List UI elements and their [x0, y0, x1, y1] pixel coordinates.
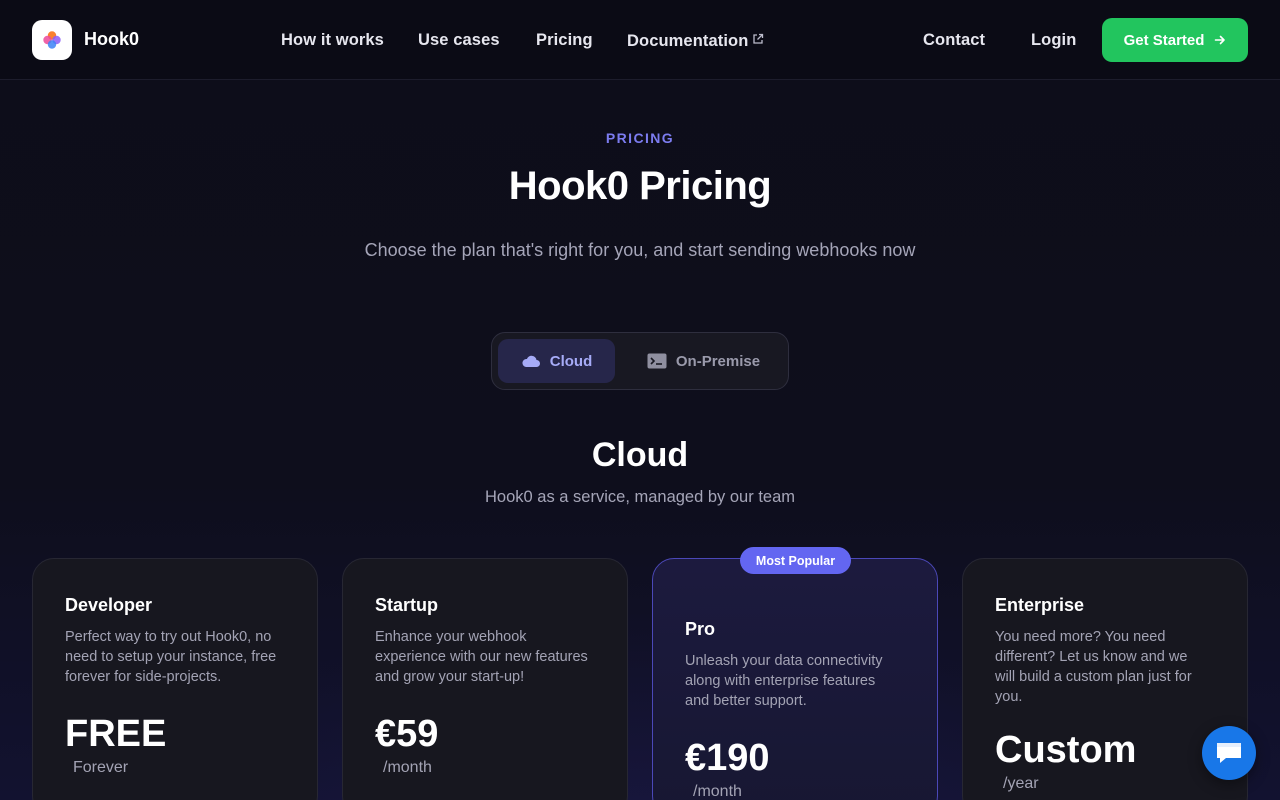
toggle-cloud-label: Cloud	[549, 352, 593, 370]
plan-price: Custom	[995, 729, 1137, 771]
plan-description: Enhance your webhook experience with our…	[375, 629, 588, 685]
page-title: Hook0 Pricing	[508, 164, 772, 208]
plan-name: Developer	[65, 595, 153, 615]
top-nav: Hook0 How it works Use cases Pricing Doc…	[0, 0, 1280, 80]
section-title: Cloud	[591, 436, 689, 474]
nav-link-documentation-label: Documentation	[627, 32, 749, 50]
terminal-icon	[647, 353, 667, 369]
get-started-label: Get Started	[1123, 31, 1205, 49]
plan-description: Unleash your data connectivity along wit…	[685, 653, 883, 709]
nav-link-contact[interactable]: Contact	[923, 31, 985, 50]
plan-period: /month	[383, 759, 432, 776]
get-started-button[interactable]: Get Started	[1102, 18, 1248, 62]
plan-period: /year	[1003, 775, 1039, 792]
external-link-icon	[752, 31, 764, 50]
plan-card-startup: Startup Enhance your webhook experience …	[342, 558, 628, 800]
nav-link-how-it-works[interactable]: How it works	[281, 31, 384, 50]
toggle-on-premise[interactable]: On-Premise	[625, 339, 782, 383]
plan-card-pro: Pro Unleash your data connectivity along…	[652, 558, 938, 800]
nav-link-pricing[interactable]: Pricing	[536, 31, 593, 50]
section-subtitle: Hook0 as a service, managed by our team	[485, 488, 795, 506]
plan-description: You need more? You need different? Let u…	[995, 629, 1192, 705]
brand-name[interactable]: Hook0	[84, 29, 139, 50]
pricing-eyebrow: PRICING	[605, 130, 675, 146]
logo[interactable]	[32, 20, 72, 60]
chat-icon	[1217, 743, 1241, 763]
deployment-toggle: Cloud On-Premise	[491, 332, 789, 390]
page-subtitle: Choose the plan that's right for you, an…	[364, 240, 916, 260]
plan-name: Pro	[685, 619, 716, 639]
plan-card-developer: Developer Perfect way to try out Hook0, …	[32, 558, 318, 800]
plan-description: Perfect way to try out Hook0, no need to…	[65, 629, 277, 685]
plan-price: FREE	[65, 713, 167, 755]
plan-price: €190	[685, 737, 770, 779]
nav-link-documentation[interactable]: Documentation	[627, 31, 764, 51]
plan-period: /month	[693, 783, 742, 800]
nav-link-login[interactable]: Login	[1031, 31, 1076, 50]
hook0-logo-icon	[43, 31, 61, 49]
toggle-on-premise-label: On-Premise	[675, 352, 761, 370]
cloud-icon	[522, 355, 540, 367]
plan-price: €59	[375, 713, 439, 755]
chat-widget-button[interactable]	[1202, 726, 1256, 780]
arrow-right-icon	[1215, 35, 1226, 45]
plan-period: Forever	[73, 759, 129, 776]
plan-name: Startup	[375, 595, 438, 615]
most-popular-badge: Most Popular	[740, 547, 851, 574]
toggle-cloud[interactable]: Cloud	[498, 339, 615, 383]
plan-name: Enterprise	[995, 595, 1085, 615]
nav-link-use-cases[interactable]: Use cases	[418, 31, 500, 50]
